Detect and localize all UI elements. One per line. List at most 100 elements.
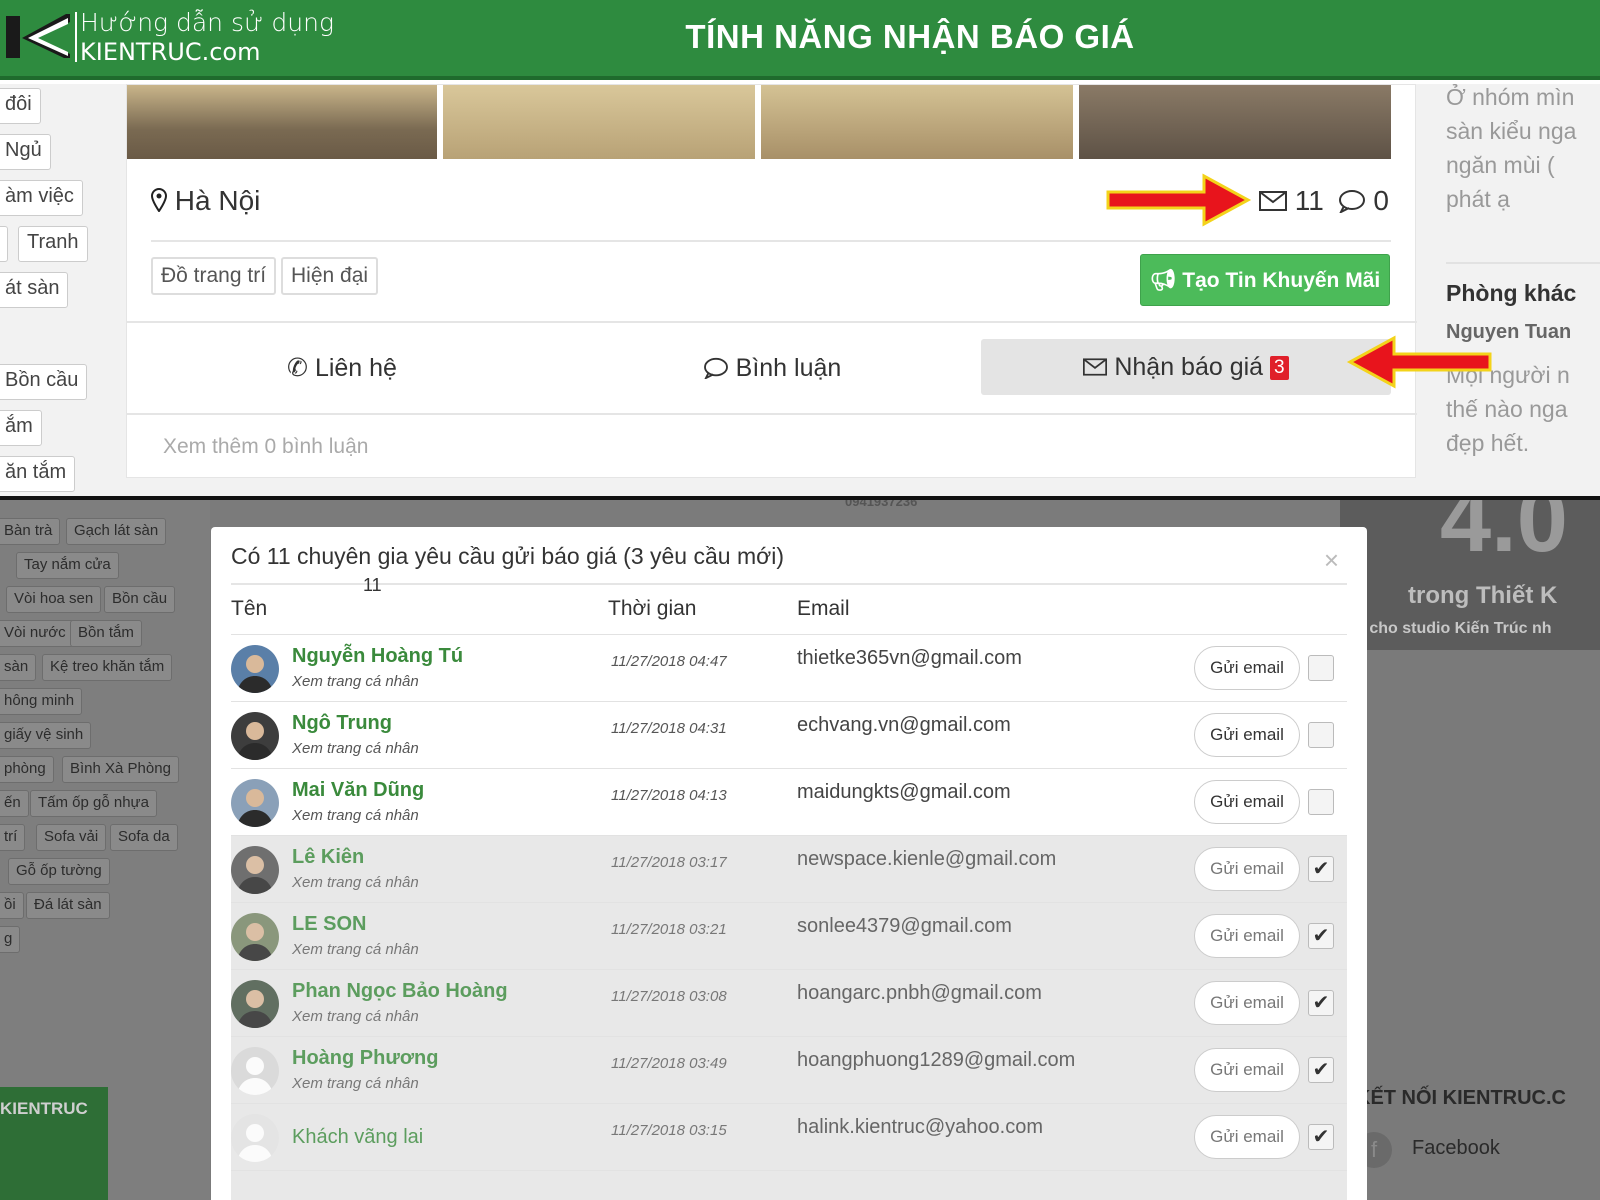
send-email-button[interactable]: Gửi email [1194,646,1300,690]
get-quote-label: Nhận báo giá [1114,353,1264,381]
quote-request-row: Mai Văn Dũng Xem trang cá nhân 11/27/2018 … [231,768,1347,835]
expert-name[interactable]: Phan Ngọc Bảo Hoàng [292,980,508,1003]
create-promo-button[interactable]: 📢︎ Tạo Tin Khuyến Mãi [1140,254,1390,306]
view-profile-link[interactable]: Xem trang cá nhân [292,807,419,824]
send-email-button[interactable]: Gửi email [1194,1115,1300,1159]
red-arrow-left-icon [1346,335,1492,389]
user-silhouette-icon [237,1124,273,1162]
facebook-link[interactable]: Facebook [1412,1137,1500,1160]
expert-name[interactable]: Nguyễn Hoàng Tú [292,645,463,668]
avatar[interactable] [231,980,279,1028]
send-email-button[interactable]: Gửi email [1194,847,1300,891]
avatar[interactable] [231,1114,279,1162]
category-tag[interactable]: Ngủ [0,134,51,170]
divider [231,583,1347,585]
expert-email: newspace.kienle@gmail.com [797,848,1057,870]
contact-button[interactable]: ✆ Liên hệ [127,323,557,413]
modal-title: Có 11 chuyên gia yêu cầu gửi báo giá (3 … [231,543,784,569]
category-tag[interactable] [0,226,8,262]
post-photo[interactable] [761,85,1073,159]
mark-read-checkbox[interactable] [1308,789,1334,815]
see-more-comments-link[interactable]: Xem thêm 0 bình luận [163,435,368,459]
avatar[interactable] [231,712,279,760]
category-tag: Đá lát sàn [26,892,110,919]
view-profile-link[interactable]: Xem trang cá nhân [292,941,419,958]
envelope-icon[interactable] [1259,191,1287,211]
mark-read-checkbox[interactable] [1308,722,1334,748]
request-time: 11/27/2018 04:13 [611,787,727,804]
category-tag[interactable]: Tranh [18,226,88,262]
expert-name[interactable]: Hoàng Phương [292,1047,438,1070]
divider [1446,262,1600,264]
view-profile-link[interactable]: Xem trang cá nhân [292,1075,419,1092]
user-silhouette-icon [237,789,273,827]
comment-count: 0 [1373,185,1389,216]
post-card: Hà Nội 11 0 Đồ trang trí Hiện đại 📢︎ Tạo… [126,84,1417,478]
category-tag[interactable]: ắm [0,410,42,446]
category-tag: hông minh [0,688,83,715]
sidebar-post-text: đẹp hết. [1446,430,1530,456]
send-email-button[interactable]: Gửi email [1194,914,1300,958]
comment-button[interactable]: Bình luận [557,323,987,413]
avatar[interactable] [231,1047,279,1095]
avatar[interactable] [231,779,279,827]
category-tag[interactable]: ăn tắm [0,456,76,492]
expert-email: sonlee4379@gmail.com [797,915,1012,937]
avatar[interactable] [231,846,279,894]
sidebar-heading[interactable]: Phòng khác [1446,280,1600,307]
mark-read-checkbox[interactable]: ✔ [1308,1124,1334,1150]
mark-read-checkbox[interactable]: ✔ [1308,856,1334,882]
category-tag[interactable]: àm việc [0,180,83,216]
action-bar: ✆ Liên hệ Bình luận Nhận báo giá 3 [127,321,1417,415]
view-profile-link[interactable]: Xem trang cá nhân [292,874,419,891]
send-email-button[interactable]: Gửi email [1194,713,1300,757]
expert-name[interactable]: Ngô Trung [292,712,392,735]
expert-name[interactable]: Khách vãng lai [292,1126,423,1149]
category-tag[interactable]: át sàn [0,272,69,308]
mark-read-checkbox[interactable] [1308,655,1334,681]
category-tag[interactable]: Bồn cầu [0,364,88,400]
category-tag: Kệ treo khăn tắm [42,654,173,681]
send-email-button[interactable]: Gửi email [1194,981,1300,1025]
brand-divider [75,12,77,62]
category-tag: Bồn cầu [104,586,176,613]
mark-read-checkbox[interactable]: ✔ [1308,990,1334,1016]
brand-line-1: Hướng dẫn sử dụng [80,8,334,37]
expert-name[interactable]: Lê Kiên [292,846,364,869]
category-tag: trí [0,824,26,851]
view-profile-link[interactable]: Xem trang cá nhân [292,740,419,757]
send-email-button[interactable]: Gửi email [1194,1048,1300,1092]
mark-read-checkbox[interactable]: ✔ [1308,923,1334,949]
post-tag[interactable]: Hiện đại [281,257,379,295]
quote-request-row [231,1170,1347,1200]
sidebar-post-text: Ở nhóm mìn [1446,84,1575,110]
request-time: 11/27/2018 03:21 [611,921,727,938]
view-profile-link[interactable]: Xem trang cá nhân [292,673,419,690]
expert-name[interactable]: LE SON [292,913,366,936]
mark-read-checkbox[interactable]: ✔ [1308,1057,1334,1083]
post-photo[interactable] [443,85,755,159]
category-tag[interactable]: đôi [0,88,41,124]
category-tag: Bồn tắm [70,620,142,647]
post-tag[interactable]: Đồ trang trí [151,257,277,295]
location: Hà Nội [150,185,260,217]
comment-icon[interactable] [1338,189,1366,215]
view-profile-link[interactable]: Xem trang cá nhân [292,1008,419,1025]
expert-name[interactable]: Mai Văn Dũng [292,779,424,802]
post-photo[interactable] [127,85,437,159]
post-photo[interactable] [1079,85,1391,159]
get-quote-button[interactable]: Nhận báo giá 3 [981,339,1391,395]
category-tag: ồi [0,892,24,919]
avatar[interactable] [231,645,279,693]
close-icon[interactable]: × [1324,545,1339,576]
send-email-button[interactable]: Gửi email [1194,780,1300,824]
category-tag: sàn [0,654,37,681]
expert-email: halink.kientruc@yahoo.com [797,1116,1043,1138]
category-tag: phòng [0,756,54,783]
category-tag: Bàn trà [0,518,61,545]
avatar[interactable] [231,913,279,961]
category-tag: Gạch lát sàn [66,518,167,545]
comment-icon [703,357,728,381]
expert-email: hoangphuong1289@gmail.com [797,1049,1076,1071]
kientruc-footer-logo: KIENTRUC [0,1087,108,1200]
